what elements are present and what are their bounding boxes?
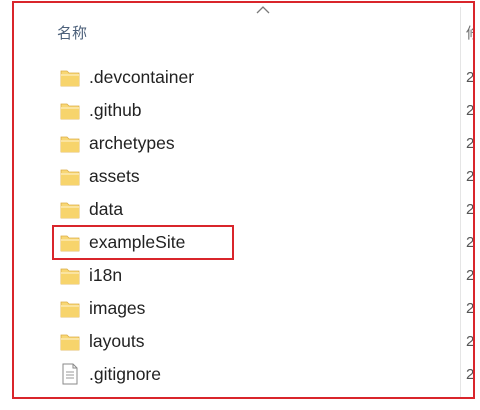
file-row[interactable]: exampleSite xyxy=(60,227,185,257)
folder-icon xyxy=(60,264,80,286)
file-name: .github xyxy=(89,99,142,120)
folder-icon xyxy=(60,132,80,154)
file-name: .gitignore xyxy=(89,363,161,384)
file-date-modified: 2 xyxy=(466,233,475,251)
column-header-date-modified[interactable]: 修 xyxy=(466,22,473,43)
file-list-pane: 名称 修 .devcontainer 2 .github 2 archetypes 2 as… xyxy=(12,1,475,399)
file-name: i18n xyxy=(89,264,123,285)
file-date-modified: 2 xyxy=(466,101,475,119)
file-name: assets xyxy=(89,165,140,186)
file-date-modified: 2 xyxy=(466,332,475,350)
file-name: layouts xyxy=(89,330,145,351)
file-name: .devcontainer xyxy=(89,66,195,87)
file-row[interactable]: i18n xyxy=(60,260,122,290)
file-row[interactable]: images xyxy=(60,293,145,323)
sort-ascending-icon[interactable] xyxy=(256,5,270,14)
file-row[interactable]: assets xyxy=(60,161,140,191)
file-date-modified: 2 xyxy=(466,266,475,284)
file-row[interactable]: layouts xyxy=(60,326,144,356)
column-divider[interactable] xyxy=(460,7,461,397)
folder-icon xyxy=(60,231,80,253)
file-name: images xyxy=(89,297,146,318)
file-row[interactable]: data xyxy=(60,194,123,224)
folder-icon xyxy=(60,66,80,88)
file-date-modified: 2 xyxy=(466,200,475,218)
text-file-icon xyxy=(60,363,80,385)
file-name: archetypes xyxy=(89,132,175,153)
folder-icon xyxy=(60,198,80,220)
file-date-modified: 2 xyxy=(466,167,475,185)
file-row[interactable]: .devcontainer xyxy=(60,62,194,92)
file-row[interactable]: .github xyxy=(60,95,142,125)
file-date-modified: 2 xyxy=(466,68,475,86)
file-name: exampleSite xyxy=(89,231,186,252)
folder-icon xyxy=(60,165,80,187)
folder-icon xyxy=(60,99,80,121)
file-row[interactable]: .gitignore xyxy=(60,359,161,389)
column-header-name[interactable]: 名称 xyxy=(57,22,87,43)
folder-icon xyxy=(60,297,80,319)
file-row[interactable]: archetypes xyxy=(60,128,175,158)
folder-icon xyxy=(60,330,80,352)
file-name: data xyxy=(89,198,124,219)
file-date-modified: 2 xyxy=(466,134,475,152)
file-date-modified: 2 xyxy=(466,299,475,317)
file-date-modified: 2 xyxy=(466,365,475,383)
